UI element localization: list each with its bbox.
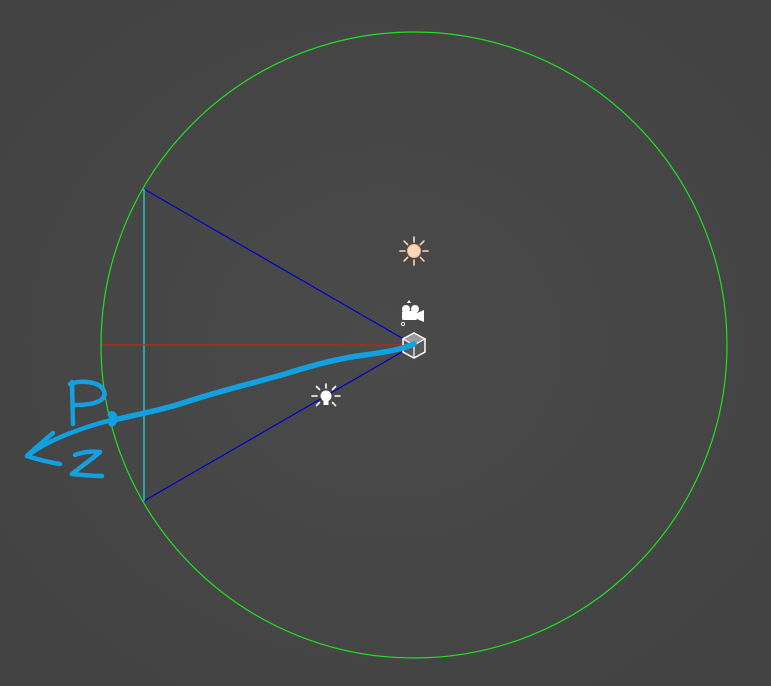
sun-icon[interactable]: [399, 236, 429, 266]
viewport-background: [0, 0, 771, 686]
viewport-scene: P Z: [0, 0, 771, 686]
